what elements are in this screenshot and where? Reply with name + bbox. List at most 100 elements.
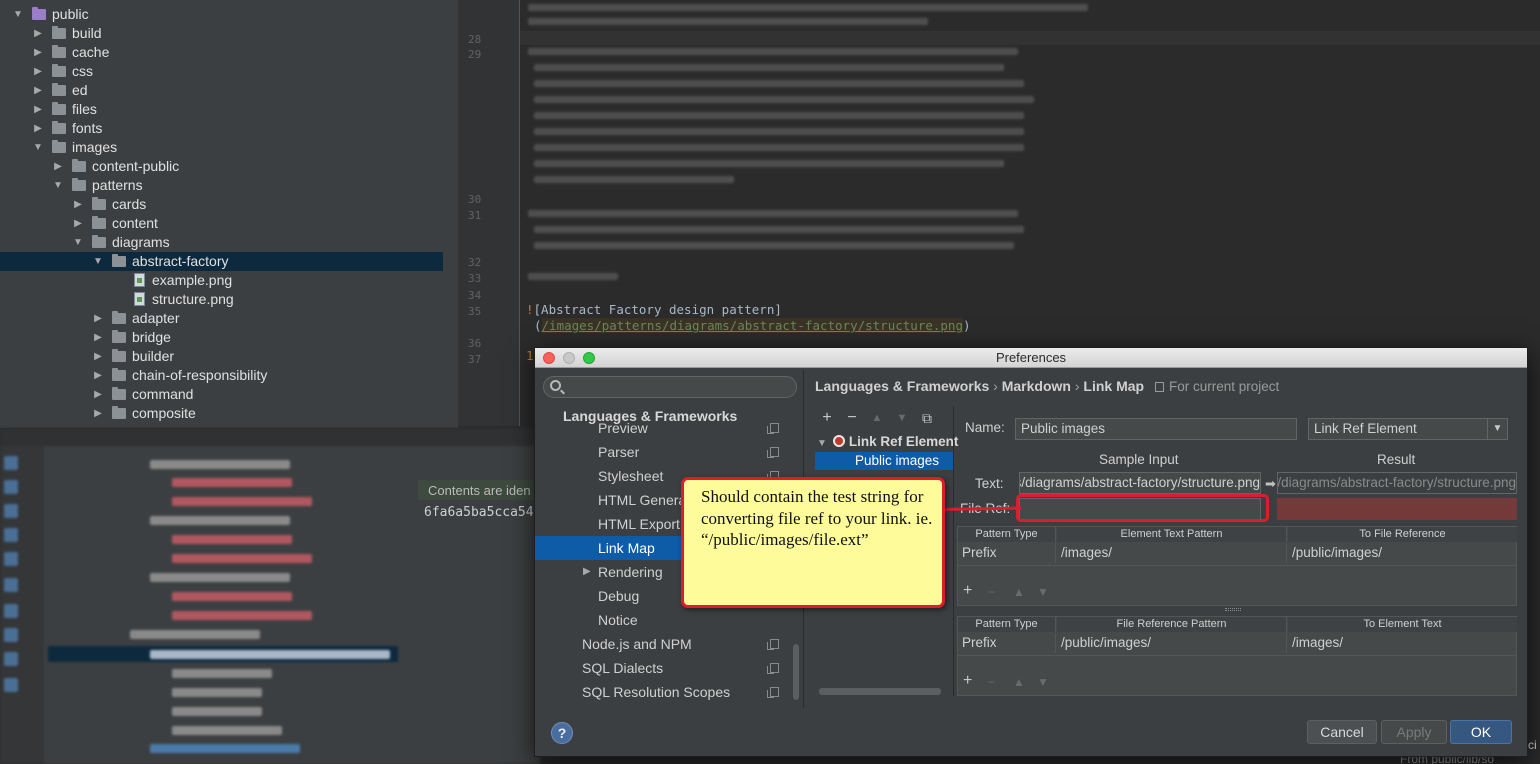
- tree-item-label: ed: [72, 82, 88, 98]
- tree-item[interactable]: ▶ build: [0, 24, 458, 43]
- name-field[interactable]: Public images: [1015, 418, 1297, 440]
- column-header[interactable]: File Reference Pattern: [1057, 617, 1287, 632]
- table-cell[interactable]: Prefix: [958, 543, 1056, 563]
- settings-search-input[interactable]: [543, 376, 797, 398]
- tree-item[interactable]: ▼ images: [0, 138, 458, 157]
- chevron-right-icon[interactable]: ▶: [92, 328, 104, 347]
- nav-item-label: HTML Export: [598, 516, 680, 532]
- tree-item[interactable]: ▼ patterns: [0, 176, 458, 195]
- table-splitter[interactable]: [1225, 608, 1241, 611]
- code-line-37[interactable]: 1: [526, 348, 534, 363]
- chevron-right-icon[interactable]: ▶: [92, 347, 104, 366]
- nav-item-sql-dialects[interactable]: SQL Dialects: [535, 656, 797, 680]
- name-label: Name:: [965, 420, 1005, 435]
- column-header[interactable]: To File Reference: [1288, 527, 1517, 542]
- table-cell[interactable]: /images/: [1057, 543, 1287, 563]
- dialog-titlebar[interactable]: Preferences: [535, 348, 1527, 368]
- element-to-file-table[interactable]: Pattern Type Element Text Pattern To Fil…: [957, 526, 1517, 566]
- tree-item[interactable]: ▶ chain-of-responsibility: [0, 366, 458, 385]
- chevron-right-icon[interactable]: ▶: [92, 385, 104, 404]
- chevron-down-icon[interactable]: ▼: [52, 176, 64, 195]
- tree-item[interactable]: ▼ abstract-factory: [0, 252, 443, 271]
- nav-item-parser[interactable]: Parser: [535, 440, 797, 464]
- chevron-right-icon[interactable]: ▶: [52, 157, 64, 176]
- move-row-up-button[interactable]: ▲: [1013, 675, 1025, 689]
- chevron-right-icon[interactable]: ▶: [583, 560, 591, 584]
- list-item-public-images[interactable]: Public images: [815, 452, 953, 470]
- move-up-button[interactable]: ▲: [869, 410, 885, 426]
- tree-item[interactable]: ▶ cache: [0, 43, 458, 62]
- chevron-right-icon[interactable]: ▶: [92, 366, 104, 385]
- remove-button[interactable]: −: [844, 410, 860, 426]
- tree-item[interactable]: structure.png: [0, 290, 458, 309]
- table-cell[interactable]: /public/images/: [1288, 543, 1517, 563]
- tree-item[interactable]: ▶ cards: [0, 195, 458, 214]
- move-row-down-button[interactable]: ▼: [1037, 675, 1049, 689]
- tree-item-label: cache: [72, 44, 110, 60]
- link-ref-element-group[interactable]: ▼ Link Ref Element: [817, 434, 958, 449]
- element-type-select[interactable]: Link Ref Element ▼: [1308, 418, 1508, 440]
- move-down-button[interactable]: ▼: [894, 410, 910, 426]
- column-header[interactable]: Pattern Type: [958, 617, 1056, 632]
- ok-button[interactable]: OK: [1450, 720, 1512, 744]
- chevron-right-icon[interactable]: ▶: [32, 119, 44, 138]
- tree-item[interactable]: ▶ ed: [0, 81, 458, 100]
- code-line-35a[interactable]: ![Abstract Factory design pattern]: [526, 302, 782, 317]
- tree-item[interactable]: ▶ content: [0, 214, 458, 233]
- file-to-element-table[interactable]: Pattern Type File Reference Pattern To E…: [957, 616, 1517, 656]
- tree-item[interactable]: ▶ command: [0, 385, 458, 404]
- chevron-right-icon[interactable]: ▶: [32, 62, 44, 81]
- tree-item[interactable]: ▶ content-public: [0, 157, 458, 176]
- chevron-down-icon[interactable]: ▼: [12, 5, 24, 24]
- copy-button[interactable]: ⧉: [919, 410, 935, 426]
- column-header[interactable]: To Element Text: [1288, 617, 1517, 632]
- code-line-35b[interactable]: (/images/patterns/diagrams/abstract-fact…: [534, 318, 971, 333]
- nav-item-preview[interactable]: Preview: [535, 416, 797, 440]
- column-header[interactable]: Element Text Pattern: [1057, 527, 1287, 542]
- tree-item[interactable]: ▶ adapter: [0, 309, 458, 328]
- remove-row-button[interactable]: −: [988, 675, 995, 689]
- chevron-down-icon[interactable]: ▼: [72, 233, 84, 252]
- add-button[interactable]: +: [819, 410, 835, 426]
- nav-item-label: Node.js and NPM: [582, 636, 692, 652]
- chevron-right-icon[interactable]: ▶: [72, 195, 84, 214]
- tree-item[interactable]: example.png: [0, 271, 458, 290]
- chevron-right-icon[interactable]: ▶: [92, 404, 104, 423]
- table-cell[interactable]: /images/: [1288, 633, 1517, 653]
- remove-row-button[interactable]: −: [988, 585, 995, 599]
- table-cell[interactable]: Prefix: [958, 633, 1056, 653]
- tree-item[interactable]: ▶ css: [0, 62, 458, 81]
- tree-item[interactable]: ▶ fonts: [0, 119, 458, 138]
- chevron-right-icon[interactable]: ▶: [32, 24, 44, 43]
- tree-item[interactable]: ▶ composite: [0, 404, 458, 423]
- add-row-button[interactable]: +: [963, 672, 972, 690]
- tree-item[interactable]: ▼ diagrams: [0, 233, 458, 252]
- tree-item-label: build: [72, 25, 102, 41]
- column-header[interactable]: Pattern Type: [958, 527, 1056, 542]
- image-link[interactable]: /images/patterns/diagrams/abstract-facto…: [541, 318, 963, 333]
- apply-button[interactable]: Apply: [1381, 720, 1447, 744]
- chevron-right-icon[interactable]: ▶: [92, 309, 104, 328]
- add-row-button[interactable]: +: [963, 582, 972, 600]
- chevron-down-icon[interactable]: ▼: [32, 138, 44, 157]
- move-row-down-button[interactable]: ▼: [1037, 585, 1049, 599]
- tree-item[interactable]: ▶ files: [0, 100, 458, 119]
- nav-scrollbar[interactable]: [793, 644, 799, 700]
- cancel-button[interactable]: Cancel: [1307, 720, 1377, 744]
- chevron-right-icon[interactable]: ▶: [32, 43, 44, 62]
- chevron-right-icon[interactable]: ▶: [32, 81, 44, 100]
- sample-text-field[interactable]: /images/patterns/diagrams/abstract-facto…: [1019, 472, 1261, 494]
- tree-item[interactable]: ▶ bridge: [0, 328, 458, 347]
- nav-item-sql-resolution-scopes[interactable]: SQL Resolution Scopes: [535, 680, 797, 704]
- tree-item[interactable]: ▶ builder: [0, 347, 458, 366]
- tree-item[interactable]: ▼ public: [0, 5, 458, 24]
- move-row-up-button[interactable]: ▲: [1013, 585, 1025, 599]
- list-horizontal-scrollbar[interactable]: [819, 688, 941, 695]
- help-button[interactable]: ?: [551, 722, 573, 744]
- table-cell[interactable]: /public/images/: [1057, 633, 1287, 653]
- nav-item-notice[interactable]: Notice: [535, 608, 797, 632]
- nav-item-node-js-and-npm[interactable]: Node.js and NPM: [535, 632, 797, 656]
- chevron-right-icon[interactable]: ▶: [32, 100, 44, 119]
- chevron-down-icon[interactable]: ▼: [92, 252, 104, 271]
- chevron-right-icon[interactable]: ▶: [72, 214, 84, 233]
